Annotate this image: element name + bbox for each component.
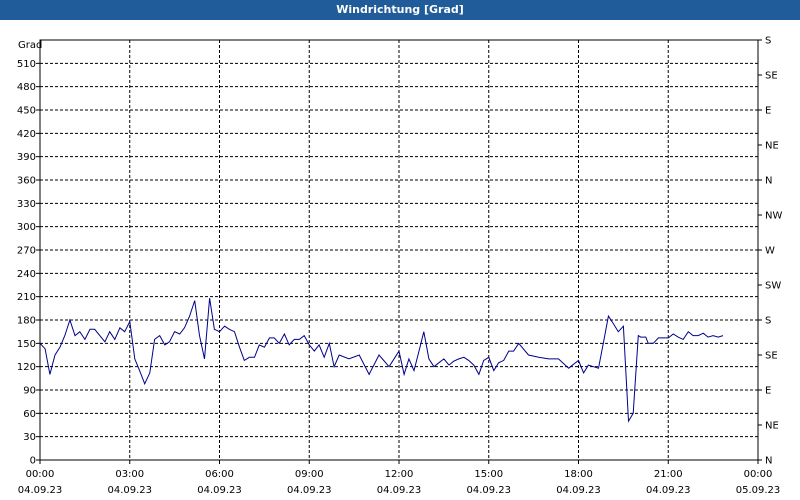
y-tick-label: 390 xyxy=(17,152,36,163)
right-tick-label: NE xyxy=(765,421,779,432)
y-tick-label: 60 xyxy=(23,409,36,420)
x-tick-time: 03:00 xyxy=(115,469,144,480)
y-tick-label: 210 xyxy=(17,292,36,303)
right-tick-label: N xyxy=(765,176,772,187)
right-tick-label: NE xyxy=(765,141,779,152)
y-tick-label: 330 xyxy=(17,199,36,210)
right-tick-label: N xyxy=(765,456,772,467)
y-tick-label: 360 xyxy=(17,176,36,187)
y-tick-label: 510 xyxy=(17,59,36,70)
x-tick-time: 12:00 xyxy=(385,469,414,480)
x-tick-date: 04.09.23 xyxy=(197,485,242,496)
y-tick-label: 300 xyxy=(17,222,36,233)
x-axis-ticks: 00:00 04.09.23 03:00 04.09.23 06:00 04.09.23 0… xyxy=(18,460,781,496)
y-axis-label: Grad xyxy=(18,40,42,51)
right-tick-label: W xyxy=(765,246,775,257)
x-tick-time: 06:00 xyxy=(205,469,234,480)
x-tick-date: 04.09.23 xyxy=(556,485,601,496)
right-tick-label: S xyxy=(765,316,771,327)
right-tick-label: SW xyxy=(765,281,781,292)
y-tick-label: 180 xyxy=(17,316,36,327)
x-tick-time: 18:00 xyxy=(564,469,593,480)
x-tick-date: 04.09.23 xyxy=(287,485,332,496)
y-tick-label: 450 xyxy=(17,106,36,117)
y-tick-label: 90 xyxy=(23,386,36,397)
x-tick-date: 04.09.23 xyxy=(466,485,511,496)
right-tick-label: SE xyxy=(765,71,778,82)
x-tick-date: 04.09.23 xyxy=(646,485,691,496)
right-axis-ticks: S SE E NE N NW W SW S SE E NE N xyxy=(758,36,782,467)
x-tick-time: 00:00 xyxy=(26,469,55,480)
x-tick-time: 21:00 xyxy=(654,469,683,480)
x-tick-date: 04.09.23 xyxy=(107,485,152,496)
x-tick-time: 09:00 xyxy=(295,469,324,480)
right-tick-label: E xyxy=(765,386,771,397)
right-tick-label: SE xyxy=(765,351,778,362)
x-tick-date: 05.09.23 xyxy=(736,485,781,496)
y-tick-label: 150 xyxy=(17,339,36,350)
y-axis-ticks: 0 30 60 90 120 150 180 210 240 270 300 330 360 390 420… xyxy=(17,59,40,467)
right-tick-label: S xyxy=(765,36,771,47)
y-tick-label: 480 xyxy=(17,82,36,93)
y-tick-label: 0 xyxy=(30,456,36,467)
wind-direction-chart: Grad 0 30 60 90 120 150 180 210 240 270 300 330 360 3… xyxy=(17,36,783,497)
y-tick-label: 30 xyxy=(23,432,36,443)
x-tick-time: 15:00 xyxy=(474,469,503,480)
x-tick-time: 00:00 xyxy=(744,469,773,480)
right-tick-label: E xyxy=(765,106,771,117)
x-tick-date: 04.09.23 xyxy=(377,485,422,496)
grid xyxy=(39,40,759,461)
y-tick-label: 420 xyxy=(17,129,36,140)
y-tick-label: 120 xyxy=(17,362,36,373)
right-tick-label: NW xyxy=(765,211,782,222)
x-tick-date: 04.09.23 xyxy=(18,485,63,496)
y-tick-label: 240 xyxy=(17,269,36,280)
window-title: Windrichtung [Grad] xyxy=(0,0,800,20)
series-line xyxy=(39,298,724,423)
y-tick-label: 270 xyxy=(17,246,36,257)
